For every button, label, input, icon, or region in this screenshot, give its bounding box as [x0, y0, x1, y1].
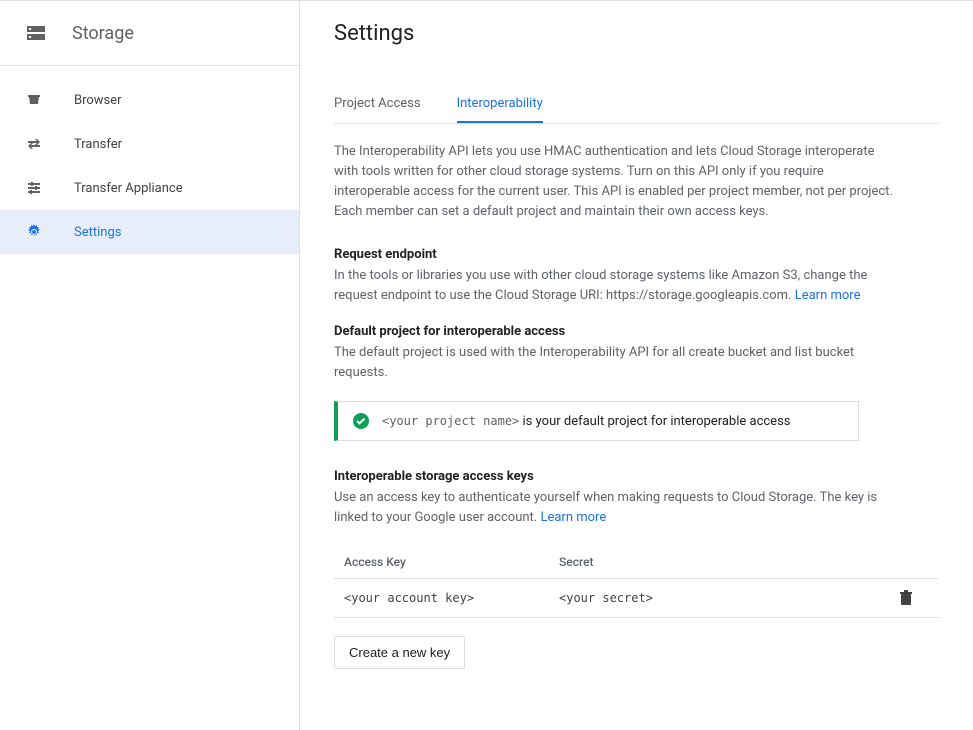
transfer-icon	[24, 134, 44, 154]
sidebar-header: Storage	[0, 1, 299, 66]
sidebar-title: Storage	[72, 23, 134, 44]
request-endpoint-heading: Request endpoint	[334, 247, 939, 262]
sidebar-item-transfer-appliance[interactable]: Transfer Appliance	[0, 166, 299, 210]
sidebar: Storage Browser Transfer Transfer Applia…	[0, 1, 300, 730]
learn-more-link[interactable]: Learn more	[540, 510, 606, 525]
tab-interoperability[interactable]: Interoperability	[457, 86, 543, 123]
access-keys-heading: Interoperable storage access keys	[334, 469, 939, 484]
banner-text: <your project name> is your default proj…	[382, 414, 791, 429]
sidebar-item-label: Settings	[74, 225, 121, 240]
sidebar-item-browser[interactable]: Browser	[0, 78, 299, 122]
gear-icon	[24, 222, 44, 242]
request-endpoint-text: In the tools or libraries you use with o…	[334, 266, 894, 306]
access-keys-table: Access Key Secret <your account key> <yo…	[334, 546, 939, 618]
tab-project-access[interactable]: Project Access	[334, 86, 421, 123]
default-project-banner: <your project name> is your default proj…	[334, 401, 859, 441]
sidebar-item-label: Transfer	[74, 137, 122, 152]
section-default-project: Default project for interoperable access…	[334, 324, 939, 441]
sidebar-item-settings[interactable]: Settings	[0, 210, 299, 254]
default-project-text: The default project is used with the Int…	[334, 343, 894, 383]
sidebar-item-label: Transfer Appliance	[74, 181, 183, 196]
page-title: Settings	[334, 21, 939, 46]
learn-more-link[interactable]: Learn more	[795, 288, 861, 303]
sidebar-nav: Browser Transfer Transfer Appliance Sett…	[0, 66, 299, 254]
checkmark-icon	[352, 412, 370, 430]
delete-key-button[interactable]	[899, 590, 929, 606]
col-secret: Secret	[559, 555, 899, 569]
default-project-heading: Default project for interoperable access	[334, 324, 939, 339]
bucket-icon	[24, 90, 44, 110]
tabs: Project Access Interoperability	[334, 86, 939, 124]
sidebar-item-label: Browser	[74, 93, 122, 108]
storage-icon	[24, 21, 48, 45]
cell-action	[899, 590, 929, 606]
section-access-keys: Interoperable storage access keys Use an…	[334, 469, 939, 669]
section-request-endpoint: Request endpoint In the tools or librari…	[334, 247, 939, 306]
col-action	[899, 555, 929, 569]
col-access-key: Access Key	[344, 555, 559, 569]
sidebar-item-transfer[interactable]: Transfer	[0, 122, 299, 166]
access-keys-text: Use an access key to authenticate yourse…	[334, 488, 894, 528]
sliders-icon	[24, 178, 44, 198]
create-key-button[interactable]: Create a new key	[334, 636, 465, 669]
main-content: Settings Project Access Interoperability…	[300, 1, 973, 730]
cell-access-key: <your account key>	[344, 591, 559, 606]
cell-secret: <your secret>	[559, 591, 899, 606]
interoperability-description: The Interoperability API lets you use HM…	[334, 142, 894, 223]
table-header: Access Key Secret	[334, 546, 939, 579]
table-row: <your account key> <your secret>	[334, 579, 939, 618]
